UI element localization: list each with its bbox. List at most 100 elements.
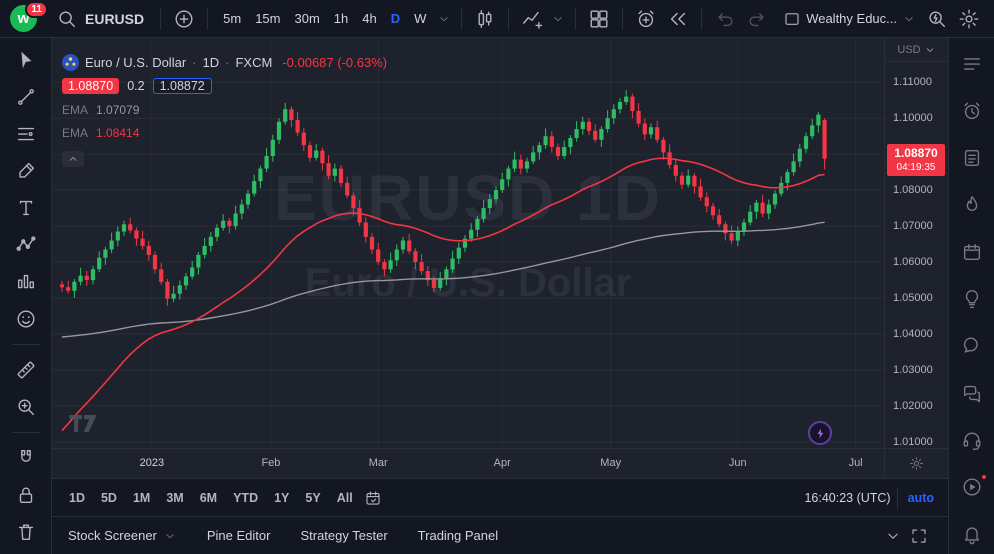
auto-scale-button[interactable]: auto (904, 487, 938, 509)
header-timeframe[interactable]: 1D (203, 55, 220, 70)
streams-button[interactable] (958, 475, 986, 499)
timeframe-1h[interactable]: 1h (327, 7, 355, 30)
layout-name-button[interactable]: Wealthy Educ... (779, 6, 920, 32)
timeframe-30m[interactable]: 30m (287, 7, 326, 30)
symbol-search-button[interactable]: EURUSD (48, 4, 152, 34)
xabcd-pattern-tool-button[interactable] (9, 233, 43, 257)
news-icon (961, 147, 983, 169)
text-tool-button[interactable] (9, 196, 43, 220)
symbol-header-row[interactable]: Euro / U.S. Dollar · 1D · FXCM -0.00687 … (62, 50, 387, 74)
calendar-button[interactable] (958, 240, 986, 264)
ideas-button[interactable] (958, 287, 986, 311)
range-3m[interactable]: 3M (159, 488, 190, 508)
emoji-tool-button[interactable] (9, 307, 43, 331)
alert-clock-icon (635, 8, 657, 30)
maximize-panel-button[interactable] (906, 523, 932, 549)
redo-button[interactable] (742, 4, 772, 34)
chart-type-button[interactable] (470, 4, 500, 34)
trend-line-tool-button[interactable] (9, 85, 43, 109)
compare-add-symbol-button[interactable] (169, 4, 199, 34)
ruler-tool-button[interactable] (9, 358, 43, 382)
remove-drawings-tool-button[interactable] (9, 520, 43, 544)
time-label-mar: Mar (369, 457, 388, 469)
undo-button[interactable] (710, 4, 740, 34)
spread-value: 0.2 (127, 79, 144, 93)
collapse-panel-button[interactable] (880, 523, 906, 549)
assistant-button[interactable] (808, 421, 832, 445)
range-6m[interactable]: 6M (193, 488, 224, 508)
range-5y[interactable]: 5Y (298, 488, 327, 508)
time-label-apr: Apr (494, 457, 511, 469)
range-all[interactable]: All (330, 488, 360, 508)
range-ytd[interactable]: YTD (226, 488, 265, 508)
gear-icon (958, 8, 980, 30)
tab-strategy-tester[interactable]: Strategy Tester (300, 522, 387, 549)
zoom-in-icon (15, 396, 37, 418)
lock-all-drawings-icon (15, 484, 37, 506)
pair-name[interactable]: Euro / U.S. Dollar (85, 55, 186, 70)
chart-plot[interactable]: EURUSD 1D Euro / U.S. Dollar Euro / U.S.… (52, 38, 884, 448)
range-5d[interactable]: 5D (94, 488, 124, 508)
header-exchange[interactable]: FXCM (235, 55, 272, 70)
timeframe-4h[interactable]: 4h (355, 7, 383, 30)
layout-grid-button[interactable] (584, 4, 614, 34)
range-1m[interactable]: 1M (126, 488, 157, 508)
chevron-down-icon (924, 44, 936, 56)
tab-pine-editor[interactable]: Pine Editor (207, 522, 271, 549)
timeframe-w[interactable]: W (407, 7, 433, 30)
indicator-templates-button[interactable] (549, 10, 567, 28)
watchlist-button[interactable] (958, 52, 986, 76)
support-button[interactable] (958, 428, 986, 452)
notifications-button[interactable] (958, 522, 986, 546)
zoom-in-tool-button[interactable] (9, 395, 43, 419)
tab-trading-panel[interactable]: Trading Panel (418, 522, 498, 549)
indicators-button[interactable] (517, 4, 547, 34)
toolbar-divider (622, 8, 623, 30)
chat-button[interactable] (958, 334, 986, 358)
quick-search-button[interactable] (922, 4, 952, 34)
timeframe-15m[interactable]: 15m (248, 7, 287, 30)
indicator-row[interactable]: EMA 1.08414 (62, 121, 387, 144)
brush-tool-button[interactable] (9, 159, 43, 183)
messages-button[interactable] (958, 381, 986, 405)
clock[interactable]: 16:40:23 (UTC) (804, 491, 890, 505)
alerts-button[interactable] (958, 99, 986, 123)
chart-area: EURUSD 1D Euro / U.S. Dollar Euro / U.S.… (52, 38, 948, 478)
chevron-up-icon (67, 153, 79, 165)
calendar-icon (961, 241, 983, 263)
footer-tabs: Stock Screener Pine Editor Strategy Tester… (68, 522, 528, 549)
watchlist-icon (961, 53, 983, 75)
timeframe-5m[interactable]: 5m (216, 7, 248, 30)
time-label-jul: Jul (849, 457, 863, 469)
create-alert-button[interactable] (631, 4, 661, 34)
chart-settings-button[interactable] (954, 4, 984, 34)
timeframe-d[interactable]: D (384, 7, 407, 30)
goto-date-button[interactable] (360, 485, 386, 511)
messages-icon (961, 382, 983, 404)
notification-count-badge: 11 (25, 1, 48, 18)
timeframe-expand-button[interactable] (435, 10, 453, 28)
indicator-row[interactable]: EMA 1.07079 (62, 98, 387, 121)
scale-settings-button[interactable] (909, 456, 924, 471)
range-1d[interactable]: 1D (62, 488, 92, 508)
footer-panel: Stock Screener Pine Editor Strategy Tester… (52, 516, 948, 554)
cursor-tool-button[interactable] (9, 48, 43, 72)
current-price: 1.08870 (887, 146, 945, 162)
news-button[interactable] (958, 146, 986, 170)
magnet-tool-button[interactable] (9, 446, 43, 470)
range-1y[interactable]: 1Y (267, 488, 296, 508)
prediction-tool-button[interactable] (9, 270, 43, 294)
bar-replay-button[interactable] (663, 4, 693, 34)
lock-all-drawings-tool-button[interactable] (9, 483, 43, 507)
hotlists-button[interactable] (958, 193, 986, 217)
tab-label: Strategy Tester (300, 528, 387, 543)
price-label: 1.07000 (893, 220, 933, 232)
candlestick-chart-icon (474, 8, 496, 30)
tab-stock-screener[interactable]: Stock Screener (68, 522, 177, 549)
fib-retracement-tool-button[interactable] (9, 122, 43, 146)
user-menu-button[interactable]: w 11 (8, 4, 46, 34)
price-scale-currency-button[interactable]: USD (885, 38, 948, 62)
time-axis[interactable]: 2023FebMarAprMayJunJul (52, 448, 884, 478)
price-scale[interactable]: USD 1.110001.100001.090001.080001.070001… (884, 38, 948, 448)
collapse-legend-button[interactable] (62, 151, 84, 167)
